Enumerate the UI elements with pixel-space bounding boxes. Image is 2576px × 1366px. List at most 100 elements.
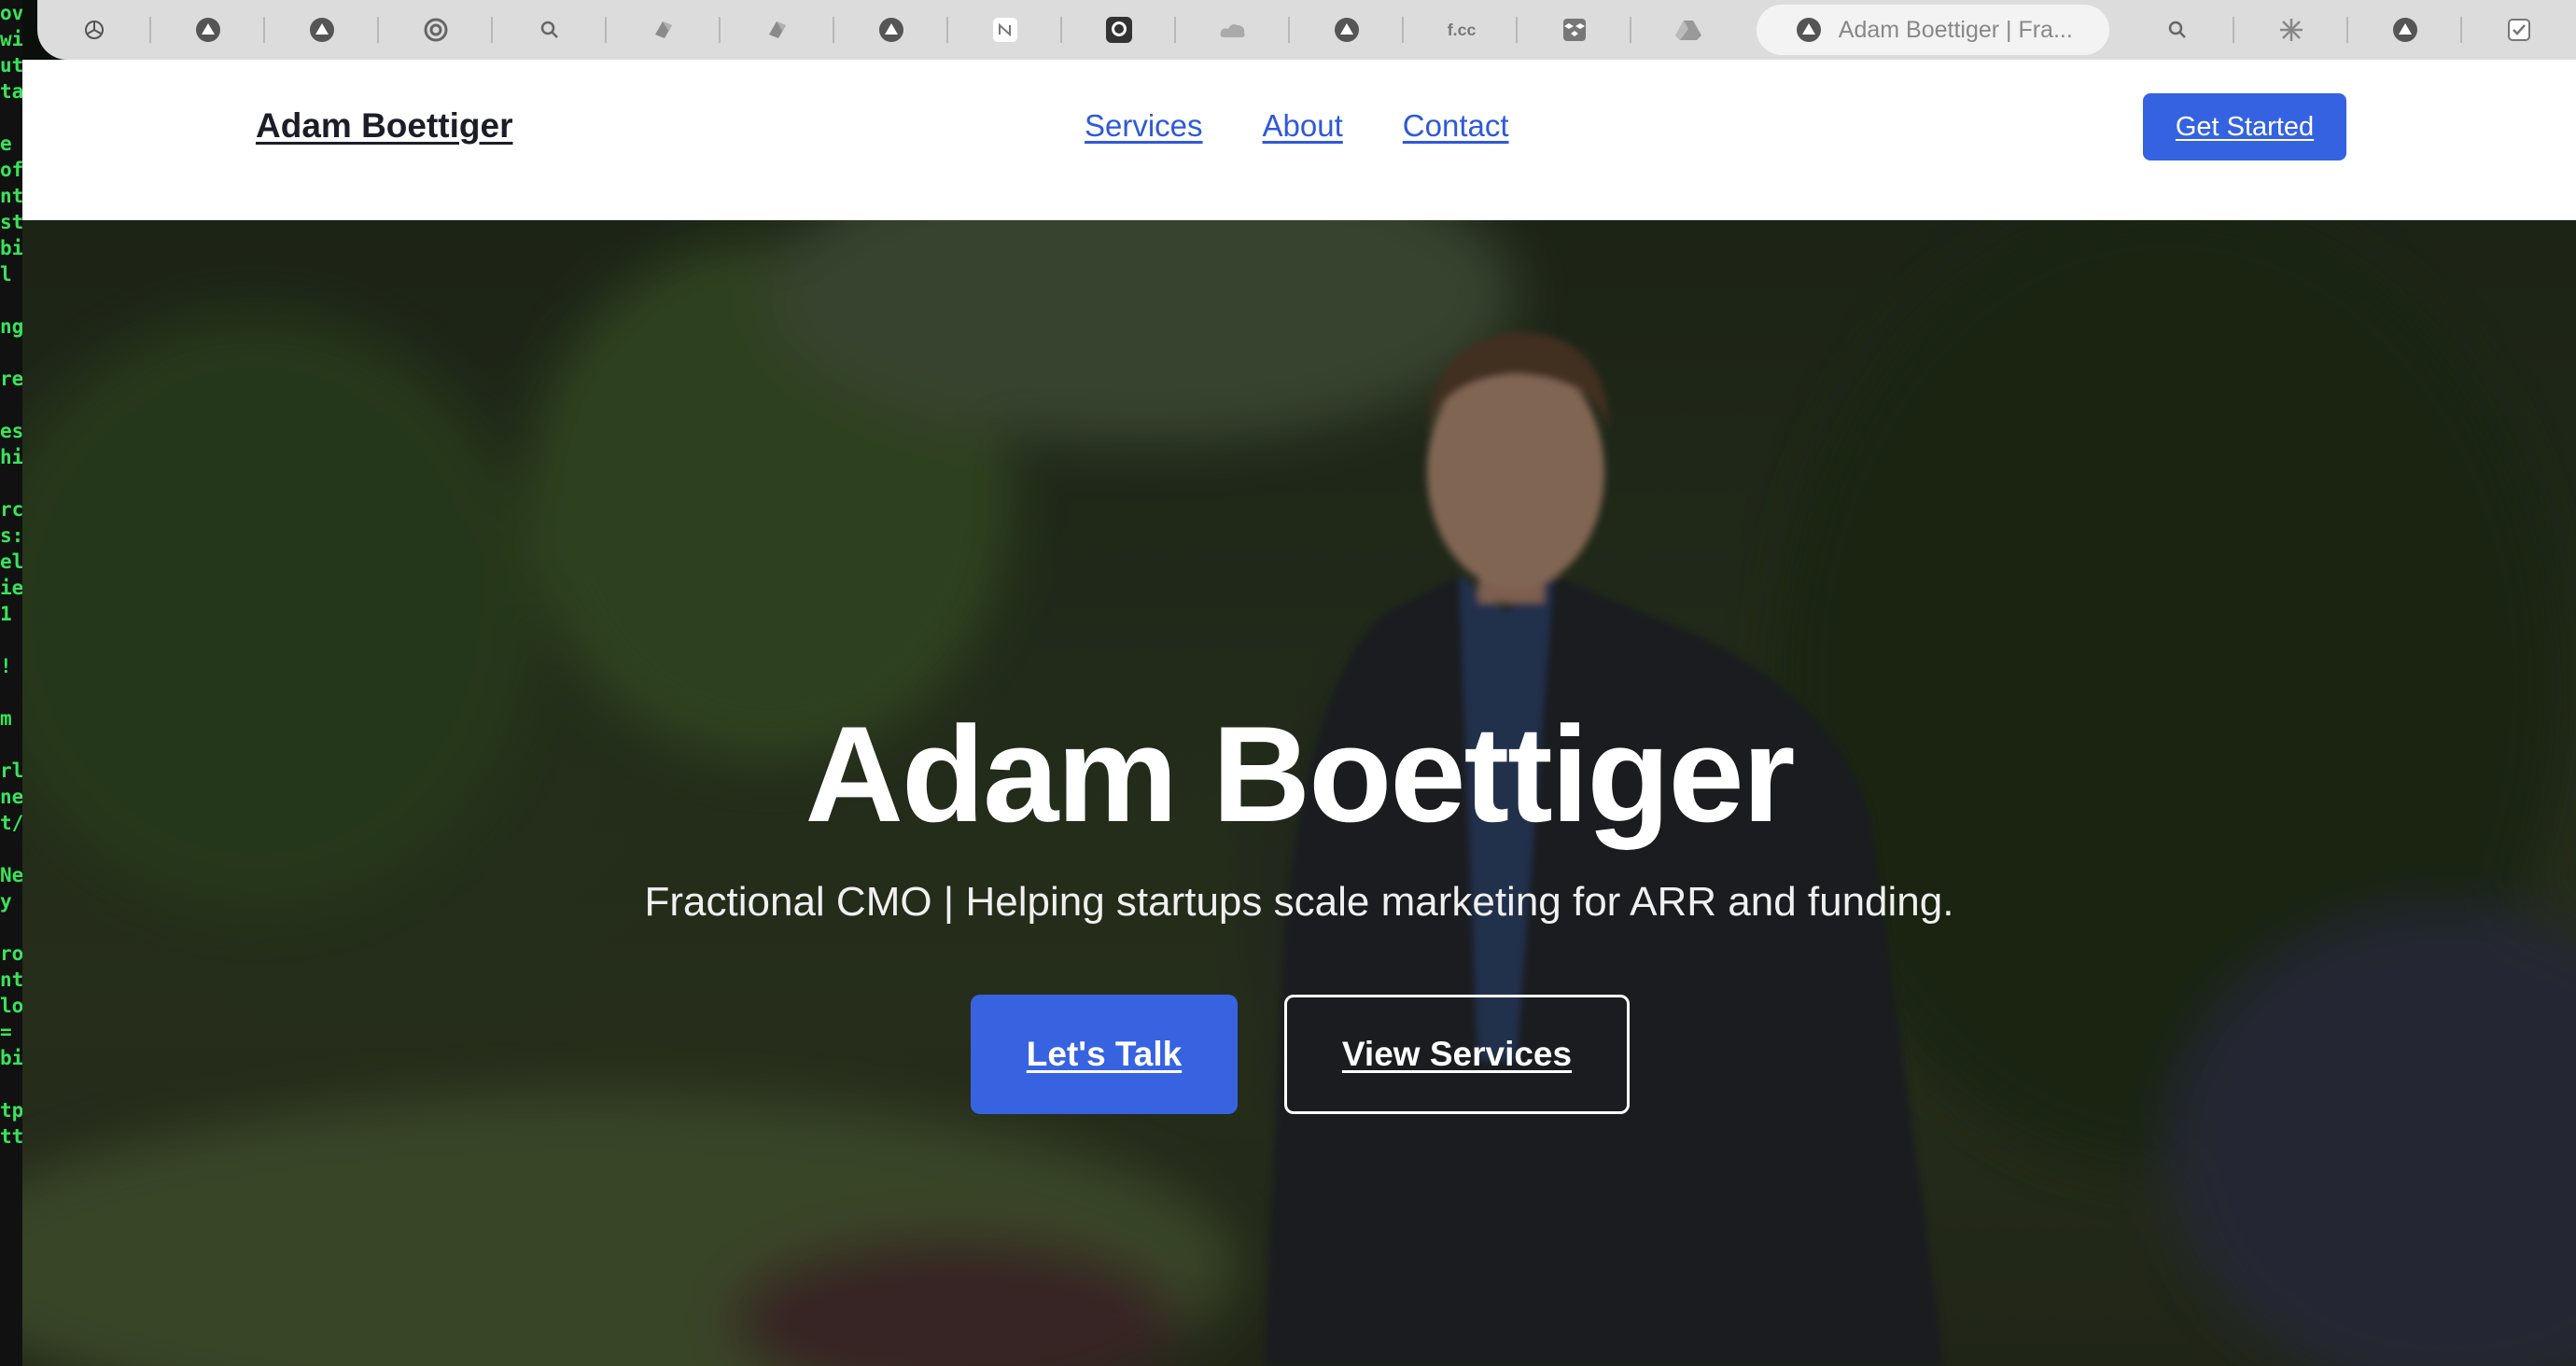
terminal-line: ro [0, 942, 22, 965]
hero-section: Adam Boettiger Fractional CMO | Helping … [22, 220, 2576, 1366]
main-nav: Services About Contact [1085, 108, 1509, 144]
browser-tab[interactable] [1062, 0, 1176, 60]
browser-tab[interactable] [834, 0, 948, 60]
browser-tab[interactable] [607, 0, 721, 60]
terminal-window-edge: ov wi ut ta e of nt st bi l ng re es hi rc s: el ie 1! m rl n… [0, 0, 22, 1366]
cloud-icon [1218, 15, 1248, 45]
vercel-icon [2390, 15, 2420, 45]
browser-tab[interactable] [948, 0, 1062, 60]
nav-link-services[interactable]: Services [1085, 108, 1203, 144]
browser-tab[interactable] [493, 0, 607, 60]
terminal-line: of [0, 159, 22, 181]
site-logo-link[interactable]: Adam Boettiger [256, 106, 512, 146]
dropbox-icon [1560, 15, 1589, 45]
browser-tab-bar: f.cc Adam Boettiger | Fra... [37, 0, 2576, 60]
browser-tab[interactable] [2462, 0, 2576, 60]
vercel-icon [193, 15, 223, 45]
vercel-icon [876, 15, 906, 45]
terminal-line: l [0, 263, 12, 286]
browser-tab[interactable] [2348, 0, 2463, 60]
terminal-line: rl [0, 760, 22, 782]
checklist-icon [2504, 15, 2534, 45]
terminal-line: ie [0, 577, 22, 599]
nav-link-about[interactable]: About [1263, 108, 1343, 144]
terminal-line: ! [0, 655, 12, 677]
terminal-line: wi [0, 28, 22, 50]
github-icon [1104, 15, 1134, 45]
terminal-line: y [0, 890, 12, 913]
browser-tab[interactable] [1631, 0, 1745, 60]
vercel-icon [1794, 15, 1824, 45]
terminal-line: rc [0, 498, 22, 521]
hero-title: Adam Boettiger [805, 698, 1795, 850]
terminal-line: t/ [0, 812, 22, 834]
browser-tab[interactable] [37, 0, 151, 60]
fcc-icon: f.cc [1446, 15, 1476, 45]
terminal-line: re [0, 368, 22, 390]
terminal-line: bi [0, 237, 22, 259]
circle-c-icon [421, 15, 451, 45]
view-services-button[interactable]: View Services [1284, 995, 1630, 1114]
terminal-line: nt [0, 969, 22, 991]
drive-icon [1673, 15, 1703, 45]
browser-tab[interactable] [151, 0, 265, 60]
terminal-line: Ne [0, 864, 22, 886]
browser-tab-active[interactable]: Adam Boettiger | Fra... [1756, 5, 2110, 55]
vercel-icon [307, 15, 337, 45]
hero-subtitle: Fractional CMO | Helping startups scale … [644, 879, 1954, 925]
terminal-line: ta [0, 80, 22, 103]
browser-tab[interactable] [2121, 0, 2235, 60]
browser-tab[interactable] [1290, 0, 1404, 60]
terminal-line: nt [0, 185, 22, 207]
terminal-line: lo [0, 995, 22, 1017]
nav-link-contact[interactable]: Contact [1403, 108, 1509, 144]
terminal-line: ut [0, 54, 22, 77]
terminal-line: ng [0, 315, 22, 338]
terminal-line: tt [0, 1125, 22, 1148]
browser-tab[interactable]: f.cc [1404, 0, 1518, 60]
tab-title: Adam Boettiger | Fra... [1838, 16, 2073, 43]
search-icon [535, 15, 565, 45]
terminal-line: ov [0, 2, 22, 24]
vercel-icon [1332, 15, 1362, 45]
terminal-line: 1 [0, 603, 12, 625]
browser-tab[interactable] [1518, 0, 1631, 60]
browser-tab[interactable] [2234, 0, 2349, 60]
terminal-line: s: [0, 524, 22, 547]
openai-icon [79, 15, 109, 45]
terminal-line: m [0, 707, 12, 730]
terminal-line: ne [0, 786, 22, 808]
get-started-button[interactable]: Get Started [2143, 93, 2346, 160]
lets-talk-button[interactable]: Let's Talk [971, 995, 1238, 1114]
terminal-line: bi [0, 1047, 22, 1069]
terminal-line: el [0, 551, 22, 573]
cube-icon [763, 15, 792, 45]
svg-text:f.cc: f.cc [1448, 21, 1476, 39]
terminal-line: = [0, 1021, 12, 1043]
terminal-line: es [0, 420, 22, 442]
browser-tab[interactable] [379, 0, 493, 60]
browser-tab[interactable] [265, 0, 379, 60]
terminal-line: st [0, 211, 22, 233]
search-icon [2163, 15, 2192, 45]
terminal-line: tp [0, 1099, 22, 1122]
browser-tab[interactable] [721, 0, 834, 60]
terminal-line: hi [0, 446, 22, 468]
sparkle-icon [2276, 15, 2306, 45]
terminal-line: e [0, 132, 12, 155]
browser-tab[interactable] [1176, 0, 1290, 60]
notion-icon [990, 15, 1020, 45]
site-header: Adam Boettiger Services About Contact Ge… [22, 60, 2576, 220]
cube-icon [649, 15, 679, 45]
